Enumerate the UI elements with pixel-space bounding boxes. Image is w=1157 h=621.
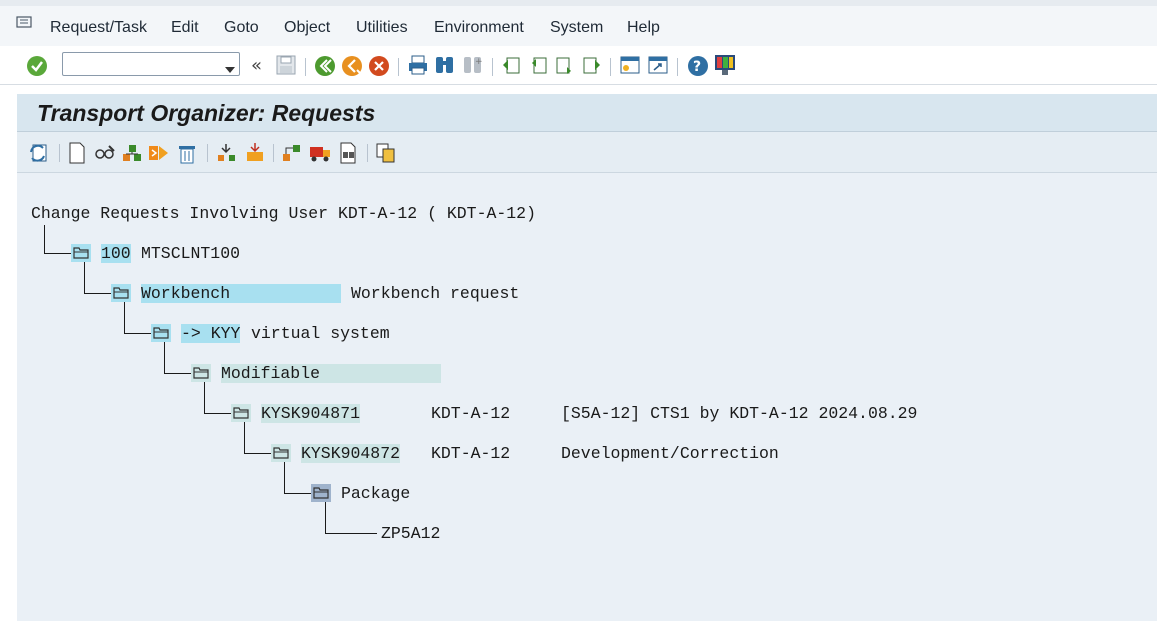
client-name: MTSCLNT100 bbox=[141, 244, 241, 263]
task-owner: KDT-A-12 bbox=[431, 444, 511, 463]
previous-page-icon[interactable] bbox=[528, 55, 548, 75]
package-node[interactable]: Package bbox=[341, 484, 410, 503]
print-icon[interactable] bbox=[408, 55, 428, 75]
menu-goto[interactable]: Goto bbox=[224, 19, 259, 37]
menu-request-task[interactable]: Request/Task bbox=[50, 19, 147, 37]
create-icon[interactable] bbox=[67, 142, 87, 164]
new-session-icon[interactable] bbox=[620, 55, 640, 75]
menu-environment[interactable]: Environment bbox=[434, 19, 524, 37]
help-icon[interactable]: ? bbox=[687, 55, 708, 76]
folder-icon[interactable] bbox=[271, 444, 291, 462]
release-icon[interactable] bbox=[148, 142, 168, 162]
expand-subtree-icon[interactable] bbox=[216, 142, 236, 162]
client-id[interactable]: 100 bbox=[101, 244, 131, 263]
folder-icon[interactable] bbox=[71, 244, 91, 262]
menu-bar: Request/Task Edit Goto Object Utilities … bbox=[0, 0, 1157, 46]
task-id[interactable]: KYSK904872 bbox=[301, 444, 401, 463]
status-node[interactable]: Modifiable bbox=[221, 364, 441, 383]
application-toolbar bbox=[17, 132, 1157, 173]
last-page-icon[interactable] bbox=[582, 55, 602, 75]
customize-layout-icon[interactable] bbox=[714, 54, 735, 75]
enter-check-icon[interactable] bbox=[26, 55, 47, 76]
target-system-node[interactable]: -> KYY bbox=[181, 324, 241, 343]
target-system-description: virtual system bbox=[251, 324, 390, 343]
task-description: Development/Correction bbox=[561, 444, 779, 463]
refresh-icon[interactable] bbox=[28, 142, 48, 162]
title-bar: Transport Organizer: Requests bbox=[17, 94, 1157, 132]
menu-object[interactable]: Object bbox=[284, 19, 330, 37]
workbench-description: Workbench request bbox=[351, 284, 520, 303]
svg-text:«: « bbox=[251, 56, 262, 74]
display-change-icon[interactable] bbox=[93, 142, 115, 162]
hierarchy-icon[interactable] bbox=[281, 142, 301, 162]
folder-icon[interactable] bbox=[111, 284, 131, 302]
cancel-icon[interactable] bbox=[368, 55, 389, 76]
first-page-icon[interactable] bbox=[501, 55, 521, 75]
copy-objects-icon[interactable] bbox=[375, 142, 395, 163]
menu-help[interactable]: Help bbox=[627, 19, 660, 37]
save-icon[interactable] bbox=[276, 55, 296, 75]
next-page-icon[interactable] bbox=[555, 55, 575, 75]
document-search-icon[interactable] bbox=[338, 142, 358, 164]
chevron-down-icon[interactable] bbox=[225, 61, 235, 79]
check-objects-icon[interactable] bbox=[121, 142, 141, 162]
folder-icon[interactable] bbox=[311, 484, 331, 502]
folder-icon[interactable] bbox=[191, 364, 211, 382]
tree-content bbox=[17, 173, 1157, 621]
request-owner: KDT-A-12 bbox=[431, 404, 511, 423]
find-icon[interactable] bbox=[434, 55, 454, 75]
find-next-icon[interactable]: + bbox=[462, 55, 483, 75]
collapse-subtree-icon[interactable] bbox=[244, 142, 264, 162]
request-id[interactable]: KYSK904871 bbox=[261, 404, 361, 423]
command-field[interactable] bbox=[62, 52, 240, 76]
shortcut-icon[interactable] bbox=[648, 55, 668, 75]
transport-truck-icon[interactable] bbox=[309, 142, 330, 162]
delete-icon[interactable] bbox=[177, 142, 197, 164]
svg-text:?: ? bbox=[693, 59, 701, 75]
tree-root-label: Change Requests Involving User KDT-A-12 … bbox=[31, 204, 536, 223]
workbench-node[interactable]: Workbench bbox=[141, 284, 341, 303]
request-description: [S5A-12] CTS1 by KDT-A-12 2024.08.29 bbox=[561, 404, 918, 423]
back-icon[interactable] bbox=[314, 55, 335, 76]
collapse-icon[interactable]: « bbox=[250, 55, 270, 76]
folder-icon[interactable] bbox=[151, 324, 171, 342]
exit-icon[interactable] bbox=[341, 55, 362, 76]
page-title: Transport Organizer: Requests bbox=[37, 100, 376, 126]
menu-edit[interactable]: Edit bbox=[171, 19, 199, 37]
menu-system[interactable]: System bbox=[550, 19, 603, 37]
svg-text:+: + bbox=[475, 57, 483, 67]
menu-utilities[interactable]: Utilities bbox=[356, 19, 408, 37]
package-name[interactable]: ZP5A12 bbox=[381, 524, 440, 543]
menu-icon[interactable] bbox=[16, 16, 34, 30]
folder-icon[interactable] bbox=[231, 404, 251, 422]
